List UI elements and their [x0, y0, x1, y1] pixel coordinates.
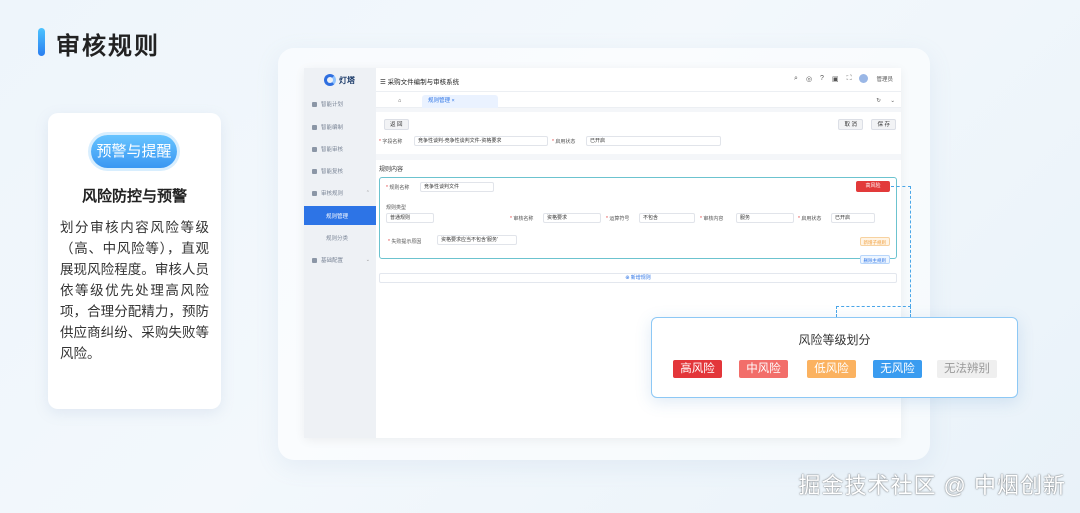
connector-line: [836, 306, 911, 317]
status-select[interactable]: 已开启: [586, 136, 721, 146]
add-rule-button[interactable]: ⊕ 新增规则: [379, 273, 897, 283]
sidebar: 灯塔 智能计划 智能编制 智能审核 智能复核 审核规则 ⌃ 规则管理 规则分类 基…: [304, 68, 376, 438]
plan-icon: [312, 101, 317, 107]
fail-hint-input[interactable]: 资格要求应当不包含'服务': [437, 235, 517, 245]
operator-select[interactable]: 不包含: [639, 213, 695, 223]
feature-description: 划分审核内容风险等级（高、中风险等），直观展现风险程度。审核人员依等级优先处理高…: [60, 220, 209, 361]
cancel-button[interactable]: 取 消: [838, 119, 863, 130]
plus-icon: ⊕: [625, 275, 630, 281]
operator-label: * 运算符号: [606, 216, 630, 222]
sidebar-item-audit-rules[interactable]: 审核规则 ⌃: [304, 185, 376, 201]
feature-badge: 预警与提醒: [91, 135, 177, 168]
top-bar: ☰ 采购文件编制与审核系统 ⌕ ◎ ? ▣ ⛶ 管理员: [376, 68, 901, 92]
review-icon: [312, 168, 317, 174]
sidebar-item-basic-config[interactable]: 基础配置 ⌄: [304, 252, 376, 268]
title-accent-bar: [38, 28, 45, 56]
risk-level-medium: 中风险: [739, 360, 788, 378]
section-title: 规则内容: [379, 167, 404, 173]
audit-content-label: * 审核内容: [700, 216, 724, 222]
risk-level-tag[interactable]: 高风险: [856, 181, 890, 192]
field-name-label: * 字段名称: [379, 139, 403, 145]
rule-name-input[interactable]: 竞争性谈判文件: [420, 182, 494, 192]
audit-content-input[interactable]: 服务: [736, 213, 794, 223]
chevron-down-icon: ⌄: [365, 257, 370, 263]
risk-level-card: 风险等级划分 高风险 中风险 低风险 无风险 无法辨别: [651, 317, 1018, 398]
feature-heading: 风险防控与预警: [81, 188, 187, 205]
sidebar-item-rule-management[interactable]: 规则管理: [304, 206, 376, 225]
screen-icon[interactable]: ▣: [832, 75, 839, 83]
risk-level-low: 低风险: [807, 360, 856, 378]
menu-icon[interactable]: ☰: [380, 79, 386, 86]
tab-label: 规则管理: [428, 98, 451, 104]
field-name-select[interactable]: 竞争性谈判-竞争性谈判文件-资格要求: [414, 136, 548, 146]
rules-icon: [312, 190, 317, 196]
sidebar-item-review[interactable]: 智能复核: [304, 163, 376, 179]
tab-bar: ⌂ 规则管理 × ↻ ⌄: [376, 92, 901, 108]
app-logo: 灯塔: [324, 74, 355, 86]
rule-content-box: * 规则名称 竞争性谈判文件 高风险 规则类型 普通规则 * 审核名称 资格要求…: [379, 177, 897, 264]
enable-label: * 启用状态: [798, 216, 822, 222]
sidebar-item-compile[interactable]: 智能编制: [304, 119, 376, 135]
audit-name-input[interactable]: 资格要求: [543, 213, 601, 223]
sidebar-item-rule-category[interactable]: 规则分类: [304, 230, 376, 246]
risk-level-high: 高风险: [673, 360, 722, 378]
close-icon[interactable]: ×: [452, 98, 455, 104]
risk-card-title: 风险等级划分: [798, 333, 871, 347]
add-sub-rule-button[interactable]: 新增子规则: [859, 237, 890, 246]
compile-icon: [312, 124, 317, 130]
audit-icon: [312, 146, 317, 152]
back-button[interactable]: 返 回: [384, 119, 409, 130]
top-icons: ⌕ ◎ ? ▣ ⛶ 管理员: [794, 74, 893, 83]
tab-rule-management[interactable]: 规则管理 ×: [422, 95, 498, 108]
sidebar-item-label: 智能审核: [321, 147, 344, 153]
chevron-up-icon: ⌃: [365, 190, 370, 196]
sidebar-item-label: 智能编制: [321, 125, 344, 131]
user-name[interactable]: 管理员: [876, 75, 893, 83]
rule-type-select[interactable]: 普通规则: [386, 213, 434, 223]
connector-line: [891, 186, 911, 307]
enable-select[interactable]: 已开启: [831, 213, 875, 223]
feature-card: 预警与提醒 风险防控与预警 划分审核内容风险等级（高、中风险等），直观展现风险程…: [48, 113, 221, 409]
watermark: 掘金技术社区 @ 中烟创新: [798, 473, 1066, 498]
sidebar-item-label: 智能计划: [321, 102, 344, 108]
rule-type-label: 规则类型: [386, 205, 407, 211]
chevron-down-icon[interactable]: ⌄: [884, 95, 901, 108]
sidebar-item-plan[interactable]: 智能计划: [304, 96, 376, 112]
sidebar-item-label: 规则分类: [326, 236, 349, 242]
config-icon: [312, 257, 317, 263]
system-title-text: 采购文件编制与审核系统: [387, 79, 460, 86]
sidebar-item-label: 审核规则: [321, 191, 344, 197]
logo-text: 灯塔: [339, 75, 355, 85]
fullscreen-icon[interactable]: ⛶: [847, 75, 852, 83]
sidebar-item-audit[interactable]: 智能审核: [304, 141, 376, 157]
avatar[interactable]: [859, 74, 869, 83]
save-button[interactable]: 保 存: [871, 119, 896, 130]
delete-main-rule-button[interactable]: 删除主规则: [859, 255, 890, 264]
system-title: ☰ 采购文件编制与审核系统: [380, 76, 459, 86]
sidebar-item-label: 智能复核: [321, 169, 344, 175]
search-icon[interactable]: ⌕: [794, 75, 798, 83]
status-label: * 启用状态: [552, 139, 576, 145]
audit-name-label: * 审核名称: [510, 216, 534, 222]
logo-icon: [324, 74, 336, 86]
sidebar-item-label: 规则管理: [326, 213, 349, 220]
help-icon[interactable]: ?: [820, 75, 824, 82]
risk-level-none: 无风险: [873, 360, 922, 378]
risk-level-unknown: 无法辨别: [937, 360, 997, 378]
form-header: 返 回 取 消 保 存 * 字段名称 竞争性谈判-竞争性谈判文件-资格要求 * …: [376, 112, 901, 154]
add-rule-label: 新增规则: [630, 275, 651, 281]
github-icon[interactable]: ◎: [806, 75, 812, 83]
page-title: 审核规则: [56, 33, 160, 60]
sidebar-item-label: 基础配置: [321, 258, 344, 264]
fail-hint-label: * 失败提示原因: [388, 239, 422, 245]
tab-home[interactable]: ⌂: [392, 95, 407, 108]
rule-name-label: * 规则名称: [386, 185, 410, 191]
